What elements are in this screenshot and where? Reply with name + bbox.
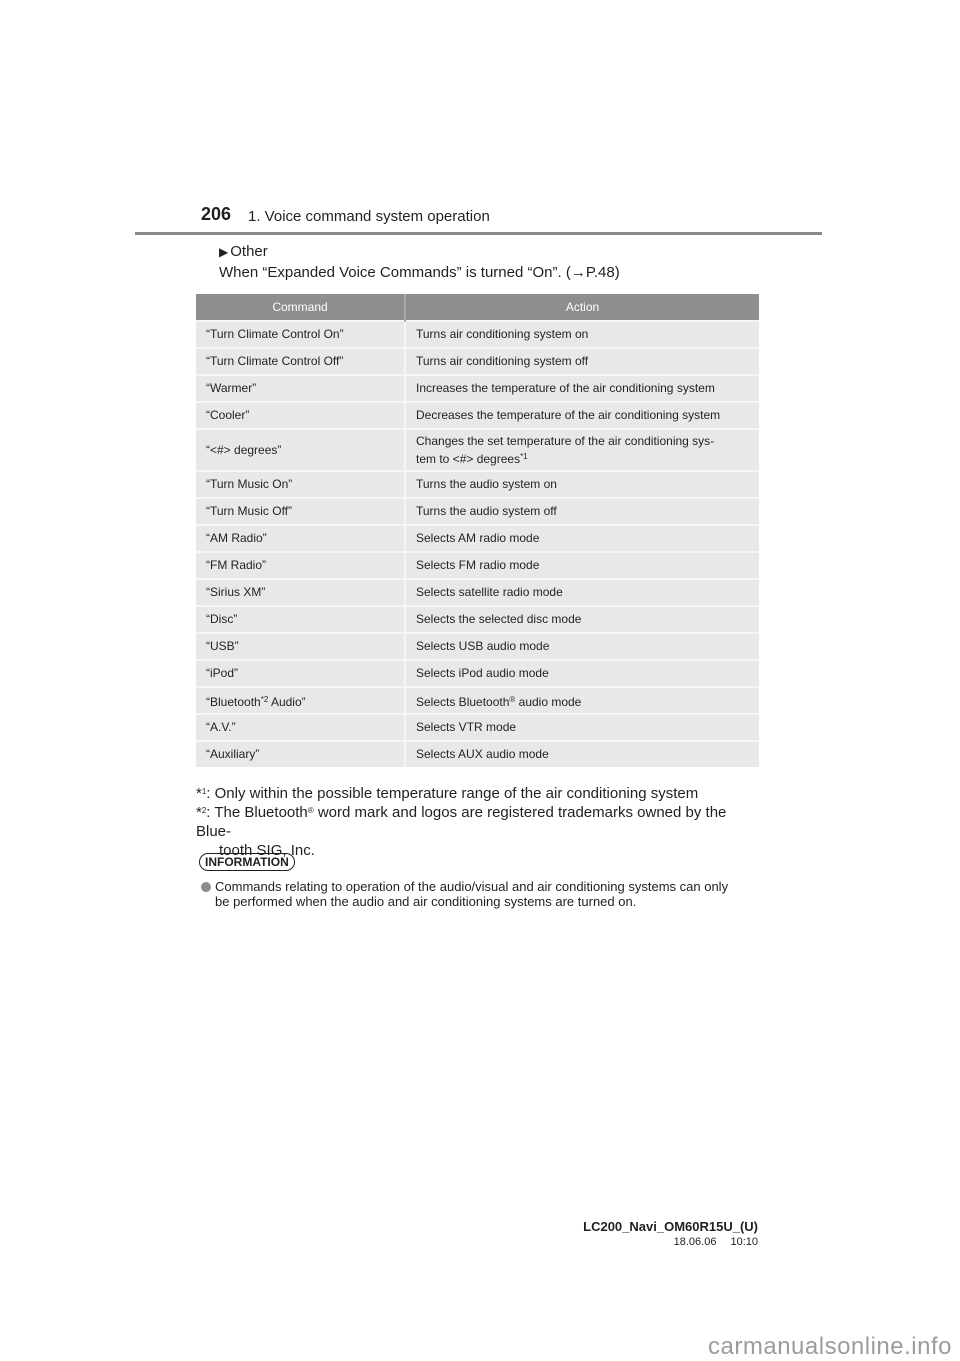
table-row: “Disc” Selects the selected disc mode — [196, 605, 759, 633]
page-number: 206 — [201, 204, 232, 224]
table-row: “Turn Climate Control Off” Turns air cond… — [196, 347, 759, 375]
command-cell: “Turn Music Off” — [196, 497, 406, 525]
action-cell: Selects AUX audio mode — [405, 740, 759, 767]
watermark: carmanualsonline.info — [708, 1333, 952, 1360]
header-rule — [135, 232, 822, 235]
table-row: “FM Radio” Selects FM radio mode — [196, 551, 759, 579]
action-cell: Changes the set temperature of the air c… — [405, 428, 759, 471]
action-cell: Decreases the temperature of the air con… — [405, 401, 759, 429]
action-cell: Selects USB audio mode — [405, 632, 759, 660]
footnote-2: *2: The Bluetooth® word mark and logos a… — [196, 801, 761, 860]
command-text: Audio” — [268, 694, 306, 709]
table-row: “Cooler” Decreases the temperature of the… — [196, 401, 759, 429]
action-cell: Selects FM radio mode — [405, 551, 759, 579]
document-id: LC200_Navi_OM60R15U_(U) — [583, 1219, 758, 1234]
intro-text: When “Expanded Voice Commands” is turned… — [219, 264, 620, 281]
command-cell: “Cooler” — [196, 401, 406, 429]
information-line: be performed when the audio and air cond… — [215, 894, 637, 909]
footnote-1: *1: Only within the possible temperature… — [196, 782, 761, 803]
document-timestamp: 18.06.06 10:10 — [674, 1236, 758, 1248]
action-text: Selects Bluetooth — [416, 694, 510, 709]
table-header-row: Command Action — [196, 294, 759, 321]
table-row: “A.V.” Selects VTR mode — [196, 713, 759, 741]
information-badge: INFORMATION — [199, 853, 295, 871]
action-cell: Selects VTR mode — [405, 713, 759, 741]
table-row: “Auxiliary” Selects AUX audio mode — [196, 740, 759, 767]
table-row: “<#> degrees” Changes the set temperatur… — [196, 428, 759, 471]
column-header-command: Command — [196, 294, 406, 321]
command-cell: “FM Radio” — [196, 551, 406, 579]
command-cell: “Bluetooth*2 Audio” — [196, 686, 406, 714]
command-cell: “Disc” — [196, 605, 406, 633]
document-date: 18.06.06 — [673, 1236, 717, 1248]
action-text: audio mode — [515, 694, 582, 709]
table-row: “iPod” Selects iPod audio mode — [196, 659, 759, 687]
command-cell: “AM Radio” — [196, 524, 406, 552]
section-title: 1. Voice command system operation — [248, 208, 490, 225]
table-row: “USB” Selects USB audio mode — [196, 632, 759, 660]
document-time: 10:10 — [730, 1236, 758, 1248]
command-cell: “Turn Climate Control On” — [196, 320, 406, 348]
table-row: “Warmer” Increases the temperature of the… — [196, 374, 759, 402]
command-cell: “A.V.” — [196, 713, 406, 741]
action-cell: Turns air conditioning system on — [405, 320, 759, 348]
table-row: “Turn Climate Control On” Turns air condi… — [196, 320, 759, 348]
footnote-text: : The Bluetooth — [206, 804, 308, 821]
command-text: “Bluetooth — [206, 694, 261, 709]
action-cell: Turns the audio system on — [405, 470, 759, 498]
action-line: Changes the set temperature of the air c… — [416, 433, 715, 448]
footnote-ref: *1 — [520, 451, 528, 461]
table-row: “AM Radio” Selects AM radio mode — [196, 524, 759, 552]
command-cell: “<#> degrees” — [196, 428, 406, 471]
column-header-action: Action — [405, 294, 759, 321]
command-cell: “Warmer” — [196, 374, 406, 402]
voice-command-table: Command Action “Turn Climate Control On”… — [196, 294, 759, 767]
action-cell: Increases the temperature of the air con… — [405, 374, 759, 402]
action-cell: Selects the selected disc mode — [405, 605, 759, 633]
table-row: “Bluetooth*2 Audio” Selects Bluetooth® a… — [196, 686, 759, 714]
action-cell: Selects iPod audio mode — [405, 659, 759, 687]
subheading-label: Other — [230, 243, 268, 260]
command-cell: “USB” — [196, 632, 406, 660]
action-cell: Selects Bluetooth® audio mode — [405, 686, 759, 714]
footnote-text: : Only within the possible temperature r… — [206, 785, 699, 802]
gray-circle-bullet-icon — [201, 882, 211, 892]
right-triangle-icon: ▶ — [219, 245, 229, 259]
table-row: “Turn Music Off” Turns the audio system o… — [196, 497, 759, 525]
action-cell: Turns the audio system off — [405, 497, 759, 525]
action-line: tem to <#> degrees — [416, 451, 521, 466]
command-cell: “Auxiliary” — [196, 740, 406, 767]
action-cell: Turns air conditioning system off — [405, 347, 759, 375]
action-cell: Selects AM radio mode — [405, 524, 759, 552]
command-cell: “Sirius XM” — [196, 578, 406, 606]
table-row: “Turn Music On” Turns the audio system on — [196, 470, 759, 498]
action-cell: Selects satellite radio mode — [405, 578, 759, 606]
subheading: ▶ Other — [219, 243, 268, 260]
command-cell: “Turn Climate Control Off” — [196, 347, 406, 375]
information-text: Commands relating to operation of the au… — [201, 879, 761, 909]
information-line: Commands relating to operation of the au… — [215, 879, 729, 894]
table-row: “Sirius XM” Selects satellite radio mode — [196, 578, 759, 606]
command-cell: “Turn Music On” — [196, 470, 406, 498]
command-cell: “iPod” — [196, 659, 406, 687]
